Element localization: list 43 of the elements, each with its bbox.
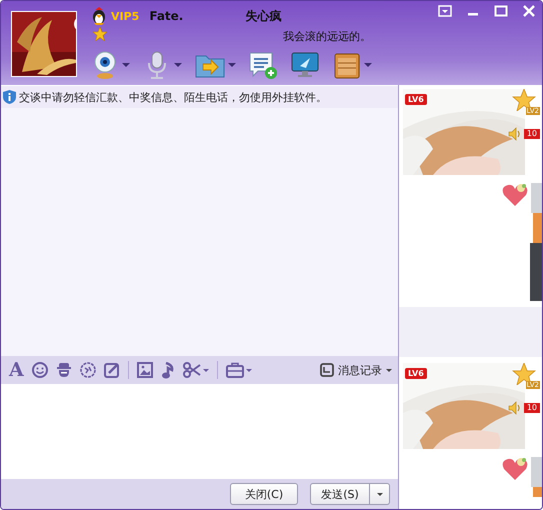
caret-icon[interactable]	[246, 368, 252, 372]
speaker-icon	[508, 401, 522, 415]
avatar-picture-frame[interactable]	[11, 11, 77, 77]
scissors-icon[interactable]	[182, 362, 201, 378]
sticker-icon[interactable]	[80, 362, 96, 378]
volume-badge: 10	[524, 403, 540, 413]
penguin-icon	[91, 7, 107, 25]
maximize-icon[interactable]	[494, 5, 508, 17]
message-history-button[interactable]: 消息记录	[320, 362, 392, 378]
caret-icon[interactable]	[202, 368, 209, 372]
send-button[interactable]: 发送(S)	[310, 483, 370, 505]
safety-notice: 交谈中请勿轻信汇款、中奖信息、陌生电话，勿使用外挂软件。	[19, 90, 327, 104]
clock-icon	[320, 363, 334, 377]
message-input-field[interactable]	[1, 384, 398, 479]
close-icon[interactable]	[522, 5, 536, 17]
nickname: Fate.	[149, 9, 184, 23]
caret-icon[interactable]	[228, 63, 236, 67]
caret-icon[interactable]	[364, 63, 372, 67]
hat-face-icon[interactable]	[56, 362, 72, 378]
image-icon[interactable]	[136, 362, 153, 378]
level-badge: LV6	[405, 94, 427, 105]
edit-icon[interactable]	[104, 362, 120, 378]
caret-icon[interactable]	[174, 63, 182, 67]
heart-icon	[502, 183, 528, 207]
message-add-icon[interactable]	[248, 50, 278, 80]
close-button[interactable]: 关闭(C)	[230, 483, 298, 505]
caret-icon[interactable]	[122, 63, 130, 67]
send-options-button[interactable]	[370, 483, 390, 505]
volume-badge: 10	[524, 129, 540, 139]
smiley-icon[interactable]	[32, 362, 48, 378]
font-button[interactable]: A	[9, 360, 24, 380]
music-note-icon[interactable]	[160, 362, 175, 378]
level-badge: LV6	[405, 368, 427, 379]
heart-icon	[502, 457, 528, 481]
contact-name: 失心疯	[245, 8, 282, 24]
figure-drawing	[528, 457, 542, 497]
briefcase-icon[interactable]	[226, 362, 244, 378]
vip-label: VIP5	[111, 10, 140, 22]
star-icon	[93, 27, 107, 41]
signature: 我会滚的远远的。	[283, 28, 371, 44]
skin-menu-icon[interactable]	[438, 5, 452, 17]
monitor-icon[interactable]	[290, 50, 320, 80]
speaker-icon	[508, 127, 522, 141]
